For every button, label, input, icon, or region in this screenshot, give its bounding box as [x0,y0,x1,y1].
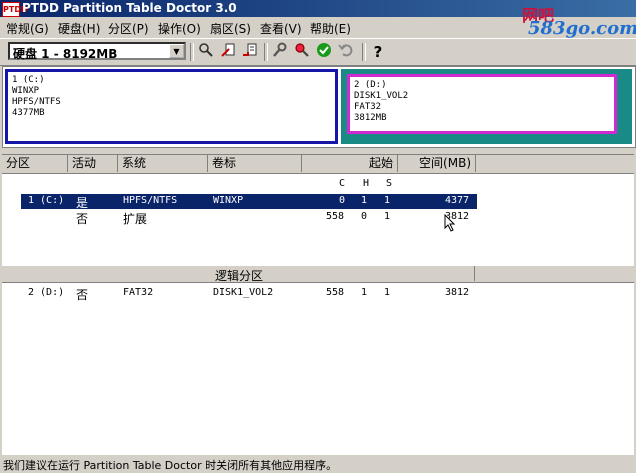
disk-map: 1 (C:) WINXP HPFS/NTFS 4377MB 2 (D:) DIS… [2,66,636,148]
column-header-system[interactable]: 系统 [118,155,208,172]
disk-select-value: 硬盘 1 - 8192MB [13,47,118,61]
search-icon[interactable] [196,42,216,62]
cell-c: 0 [339,195,346,206]
menu-operation[interactable]: 操作(O) [158,20,201,37]
cell-s: 1 [384,211,391,222]
cell-h: 1 [361,195,368,206]
window-title: PTDD Partition Table Doctor 3.0 [22,1,237,15]
cell-partition: 2 (D:) [28,287,65,298]
partition-name: WINXP [12,86,40,96]
table-row[interactable]: 2 (D:) 否 FAT32 DISK1_VOL2 558 1 1 3812 [21,286,477,302]
cell-active: 是 [76,196,89,210]
cell-c: 558 [326,287,345,298]
cell-space: 4377 [445,195,470,206]
logical-partition-header: 逻辑分区 [2,265,634,283]
table-row[interactable]: 否 扩展 558 0 1 3812 [21,210,477,226]
partition-name: DISK1_VOL2 [354,91,409,101]
cell-active: 否 [76,288,89,302]
help-icon[interactable]: ? [368,42,388,62]
partition-block-c[interactable]: 1 (C:) WINXP HPFS/NTFS 4377MB [5,69,338,144]
menu-view[interactable]: 查看(V) [260,20,302,37]
cell-label: WINXP [213,195,244,206]
cell-h: 1 [361,287,368,298]
partition-table: 分区 活动 系统 卷标 起始 空间(MB) C H S 1 (C:) 是 HPF… [2,154,634,455]
undo-icon[interactable] [336,42,356,62]
column-divider [474,266,475,281]
text-cursor-icon [444,213,458,232]
column-header-start[interactable]: 起始 [302,155,398,172]
edit-icon[interactable] [218,42,238,62]
app-icon: PTDD [2,2,28,17]
magnifier-icon[interactable] [292,42,312,62]
toolbar-separator [362,43,366,61]
menu-general[interactable]: 常规(G) [6,20,49,37]
column-header-partition[interactable]: 分区 [2,155,68,172]
menu-help[interactable]: 帮助(E) [310,20,351,37]
subheader-c: C [339,178,346,189]
wrench-icon[interactable] [270,42,290,62]
status-text: 我们建议在运行 Partition Table Doctor 时关闭所有其他应用… [3,459,338,472]
cell-system: HPFS/NTFS [123,195,178,206]
logical-partition-title: 逻辑分区 [215,269,264,283]
cell-partition: 1 (C:) [28,195,65,206]
cell-label: DISK1_VOL2 [213,287,274,298]
column-header-label[interactable]: 卷标 [208,155,302,172]
partition-fs: HPFS/NTFS [12,97,61,107]
partition-block-d[interactable]: 2 (D:) DISK1_VOL2 FAT32 3812MB [347,74,617,134]
status-bar: 我们建议在运行 Partition Table Doctor 时关闭所有其他应用… [0,455,636,473]
menu-disk[interactable]: 硬盘(H) [58,20,100,37]
cell-h: 0 [361,211,368,222]
cell-c: 558 [326,211,345,222]
cell-system: FAT32 [123,287,154,298]
chevron-down-icon[interactable]: ▼ [169,44,184,58]
partition-fs: FAT32 [354,102,382,112]
partition-label: 2 (D:) [354,80,387,90]
cell-system: 扩展 [123,212,148,226]
column-header-active[interactable]: 活动 [68,155,118,172]
table-header: 分区 活动 系统 卷标 起始 空间(MB) [2,155,634,174]
partition-block-extended[interactable]: 2 (D:) DISK1_VOL2 FAT32 3812MB [341,69,632,144]
partition-size: 4377MB [12,108,45,118]
check-icon[interactable] [314,42,334,62]
subheader-s: S [386,178,393,189]
partition-label: 1 (C:) [12,75,45,85]
menu-sector[interactable]: 扇区(S) [210,20,251,37]
cell-space: 3812 [445,287,470,298]
toolbar-separator [190,43,194,61]
column-header-space[interactable]: 空间(MB) [398,155,476,172]
subheader-h: H [363,178,370,189]
cell-s: 1 [384,287,391,298]
menu-bar: 常规(G) 硬盘(H) 分区(P) 操作(O) 扇区(S) 查看(V) 帮助(E… [0,17,636,37]
toolbar-separator [264,43,268,61]
backup-icon[interactable] [240,42,260,62]
cell-active: 否 [76,212,89,226]
column-header-empty [476,155,634,172]
table-row[interactable]: 1 (C:) 是 HPFS/NTFS WINXP 0 1 1 4377 [21,194,477,210]
partition-size: 3812MB [354,113,387,123]
disk-select[interactable]: 硬盘 1 - 8192MB ▼ [8,42,186,61]
toolbar: 硬盘 1 - 8192MB ▼ ? [0,38,636,66]
menu-partition[interactable]: 分区(P) [108,20,149,37]
cell-s: 1 [384,195,391,206]
